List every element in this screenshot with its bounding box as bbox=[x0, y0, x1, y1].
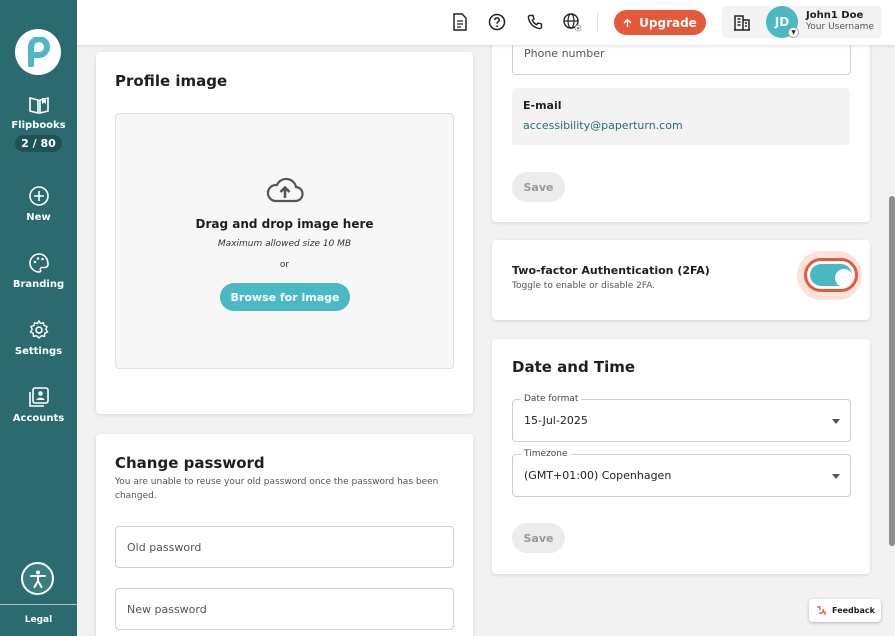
new-password-input[interactable]: New password bbox=[115, 588, 454, 630]
sidebar-item-flipbooks[interactable]: Flipbooks 2 / 80 bbox=[0, 95, 77, 152]
organization-button[interactable] bbox=[732, 12, 752, 32]
caret-down-icon bbox=[832, 474, 840, 479]
upgrade-button[interactable]: Upgrade bbox=[614, 10, 706, 35]
email-label: E-mail bbox=[523, 99, 562, 112]
help-icon bbox=[488, 13, 506, 31]
two-factor-title: Two-factor Authentication (2FA) bbox=[512, 264, 710, 277]
drop-zone-title: Drag and drop image here bbox=[195, 217, 374, 231]
palette-icon bbox=[28, 253, 49, 273]
phone-icon bbox=[527, 14, 543, 30]
accounts-icon bbox=[28, 387, 49, 407]
feedback-label: Feedback bbox=[832, 606, 875, 615]
email-field: E-mail accessibility@paperturn.com bbox=[512, 88, 850, 145]
sidebar-item-label: New bbox=[26, 212, 51, 223]
top-header: Upgrade JD ▼ John1 Doe Your Username bbox=[77, 0, 895, 45]
document-button[interactable] bbox=[450, 12, 470, 32]
timezone-value: (GMT+01:00) Copenhagen bbox=[524, 469, 672, 482]
logo-icon bbox=[28, 37, 51, 67]
password-note: You are unable to reuse your old passwor… bbox=[115, 477, 439, 501]
profile-image-card: Profile image Drag and drop image here M… bbox=[96, 52, 473, 414]
date-format-select[interactable]: Date format 15-Jul-2025 bbox=[512, 394, 851, 442]
paperturn-logo[interactable] bbox=[15, 29, 61, 75]
accessibility-icon bbox=[29, 570, 46, 588]
legal-link[interactable]: Legal bbox=[0, 615, 77, 625]
image-drop-zone[interactable]: Drag and drop image here Maximum allowed… bbox=[115, 113, 454, 369]
two-factor-card: Two-factor Authentication (2FA) Toggle t… bbox=[492, 240, 870, 320]
profile-image-title: Profile image bbox=[115, 72, 228, 90]
browse-image-button[interactable]: Browse for image bbox=[220, 283, 350, 311]
upgrade-label: Upgrade bbox=[639, 15, 697, 30]
arrow-up-icon bbox=[623, 17, 632, 27]
book-open-icon bbox=[28, 96, 49, 115]
sidebar-item-label: Settings bbox=[14, 346, 63, 357]
caret-down-icon bbox=[832, 419, 840, 424]
chevron-down-icon: ▼ bbox=[788, 27, 799, 38]
scrollbar-thumb[interactable] bbox=[889, 196, 895, 546]
timezone-select[interactable]: Timezone (GMT+01:00) Copenhagen bbox=[512, 449, 851, 497]
date-time-card: Date and Time Date format 15-Jul-2025 Ti… bbox=[492, 339, 870, 574]
toggle-knob bbox=[835, 269, 853, 287]
help-button[interactable] bbox=[487, 12, 507, 32]
date-format-value: 15-Jul-2025 bbox=[524, 414, 588, 427]
sidebar-item-accounts[interactable]: Accounts bbox=[0, 386, 77, 424]
cloud-upload-icon bbox=[266, 177, 304, 203]
user-username: Your Username bbox=[806, 22, 874, 32]
sidebar-item-new[interactable]: New bbox=[0, 185, 77, 223]
globe-icon bbox=[563, 13, 582, 32]
sidebar-item-branding[interactable]: Branding bbox=[0, 252, 77, 290]
contact-card: Phone number E-mail accessibility@papert… bbox=[492, 18, 870, 222]
header-separator bbox=[597, 13, 598, 31]
sidebar-item-settings[interactable]: Settings bbox=[0, 319, 77, 357]
feedback-icon bbox=[817, 605, 826, 615]
change-password-card: Change password You are unable to reuse … bbox=[96, 434, 473, 636]
user-name: John1 Doe bbox=[806, 10, 864, 21]
drop-zone-size-hint: Maximum allowed size 10 MB bbox=[217, 239, 352, 249]
accessibility-button[interactable] bbox=[21, 562, 54, 595]
old-password-input[interactable]: Old password bbox=[115, 526, 454, 568]
flipbook-count-badge: 2 / 80 bbox=[15, 135, 62, 152]
date-format-label: Date format bbox=[521, 394, 582, 404]
two-factor-toggle[interactable] bbox=[804, 258, 858, 292]
language-button[interactable] bbox=[562, 12, 582, 32]
contact-save-button[interactable]: Save bbox=[512, 172, 565, 202]
phone-button[interactable] bbox=[525, 12, 545, 32]
sidebar-divider bbox=[0, 604, 77, 605]
toggle-track bbox=[810, 264, 853, 287]
document-icon bbox=[453, 13, 467, 31]
gear-icon bbox=[28, 319, 49, 339]
date-time-save-button[interactable]: Save bbox=[512, 523, 565, 553]
sidebar-item-label: Accounts bbox=[12, 413, 65, 424]
plus-circle-icon bbox=[28, 186, 49, 206]
building-icon bbox=[734, 15, 750, 31]
date-time-title: Date and Time bbox=[512, 358, 636, 376]
sidebar-item-label: Flipbooks bbox=[11, 120, 66, 131]
email-value: accessibility@paperturn.com bbox=[523, 119, 683, 132]
timezone-label: Timezone bbox=[521, 449, 571, 459]
feedback-button[interactable]: Feedback bbox=[809, 599, 881, 622]
change-password-title: Change password bbox=[115, 454, 265, 472]
sidebar-item-label: Branding bbox=[12, 279, 65, 290]
drop-zone-or: or bbox=[279, 260, 290, 270]
two-factor-subtitle: Toggle to enable or disable 2FA. bbox=[512, 281, 656, 291]
sidebar: Flipbooks 2 / 80 New Branding Settings A… bbox=[0, 0, 77, 636]
